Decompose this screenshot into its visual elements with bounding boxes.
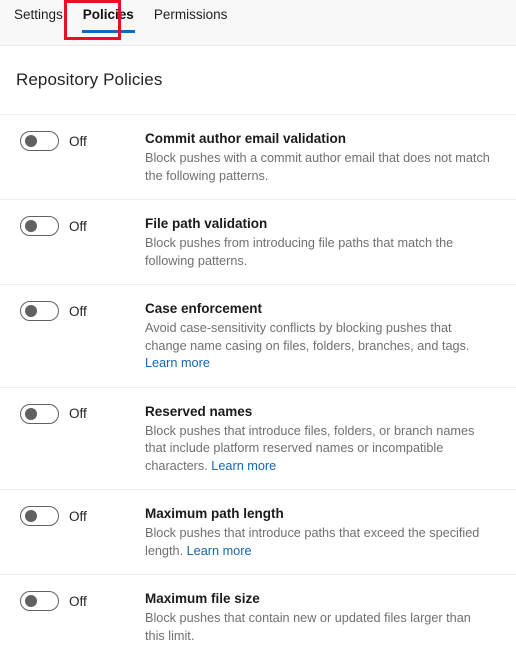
policy-description: Block pushes that introduce paths that e…: [145, 525, 493, 560]
policy-row: Off Maximum path length Block pushes that …: [0, 489, 516, 574]
policy-description-text: Block pushes with a commit author email …: [145, 151, 490, 183]
page-title: Repository Policies: [16, 70, 163, 89]
policy-description: Block pushes with a commit author email …: [145, 150, 493, 185]
policy-row: Off Case enforcement Avoid case-sensitivit…: [0, 284, 516, 387]
policy-toggle-group: Off: [20, 130, 145, 151]
policy-title: File path validation: [145, 216, 268, 231]
toggle-knob-icon: [25, 220, 37, 232]
learn-more-link[interactable]: Learn more: [211, 459, 276, 473]
tab-policies[interactable]: Policies: [73, 0, 144, 39]
policy-state-label: Off: [69, 593, 87, 609]
tab-policies-label: Policies: [82, 7, 134, 22]
policy-title: Maximum path length: [145, 506, 284, 521]
tab-permissions[interactable]: Permissions: [144, 0, 238, 39]
policy-toggle[interactable]: [20, 403, 59, 424]
policy-text-group: Case enforcement Avoid case-sensitivity c…: [145, 300, 503, 373]
policy-toggle[interactable]: [20, 216, 59, 236]
policy-row: Off Commit author email validation Block p…: [0, 114, 516, 199]
policy-state-label: Off: [69, 508, 87, 524]
learn-more-link[interactable]: Learn more: [187, 544, 252, 558]
tab-active-underline: [81, 30, 135, 33]
policy-row: Off Reserved names Block pushes that intro…: [0, 386, 516, 490]
policy-list: Off Commit author email validation Block p…: [0, 114, 516, 659]
tab-settings-label: Settings: [14, 7, 63, 22]
policy-description: Block pushes from introducing file paths…: [145, 235, 493, 270]
policy-toggle-group: Off: [20, 215, 145, 236]
policy-toggle[interactable]: [20, 506, 59, 526]
policy-row: Off File path validation Block pushes from…: [0, 199, 516, 284]
policy-state-label: Off: [69, 133, 87, 149]
tab-bar: Settings Policies Permissions: [0, 0, 516, 46]
toggle-knob-icon: [25, 510, 37, 522]
policy-text-group: Maximum path length Block pushes that int…: [145, 505, 503, 560]
tab-settings[interactable]: Settings: [4, 0, 73, 39]
policy-toggle-group: Off: [20, 590, 145, 611]
policy-description-text: Avoid case-sensitivity conflicts by bloc…: [145, 321, 470, 353]
policy-text-group: Commit author email validation Block push…: [145, 130, 503, 185]
policy-title: Case enforcement: [145, 301, 263, 316]
policy-title: Reserved names: [145, 403, 253, 419]
policy-description: Block pushes that introduce files, folde…: [145, 423, 493, 476]
policy-toggle-group: Off: [20, 505, 145, 526]
policy-toggle[interactable]: [20, 591, 59, 611]
policy-state-label: Off: [69, 406, 87, 421]
policy-toggle-group: Off: [20, 300, 145, 321]
toggle-knob-icon: [25, 595, 37, 607]
policy-description: Block pushes that contain new or updated…: [145, 610, 493, 645]
policy-title: Commit author email validation: [145, 131, 347, 146]
policy-state-label: Off: [69, 303, 87, 319]
policy-title: Maximum file size: [145, 591, 260, 606]
policy-row: Off Maximum file size Block pushes that co…: [0, 574, 516, 659]
toggle-knob-icon: [25, 135, 37, 147]
policy-description-text: Block pushes that contain new or updated…: [145, 611, 471, 643]
toggle-knob-icon: [25, 305, 37, 317]
learn-more-link[interactable]: Learn more: [145, 356, 210, 370]
policy-toggle[interactable]: [20, 301, 59, 321]
tab-permissions-label: Permissions: [153, 7, 228, 22]
policy-text-group: File path validation Block pushes from in…: [145, 215, 503, 270]
policy-state-label: Off: [69, 218, 87, 234]
policy-description-text: Block pushes that introduce files, folde…: [145, 423, 475, 473]
policy-description: Avoid case-sensitivity conflicts by bloc…: [145, 320, 493, 373]
policies-panel: Repository Policies Off Commit author ema…: [0, 46, 516, 659]
toggle-knob-icon: [25, 407, 37, 420]
policy-description-text: Block pushes from introducing file paths…: [145, 236, 454, 268]
policy-toggle-group: Off: [20, 403, 145, 424]
policy-text-group: Reserved names Block pushes that introduc…: [145, 403, 503, 476]
policy-toggle[interactable]: [20, 131, 59, 151]
